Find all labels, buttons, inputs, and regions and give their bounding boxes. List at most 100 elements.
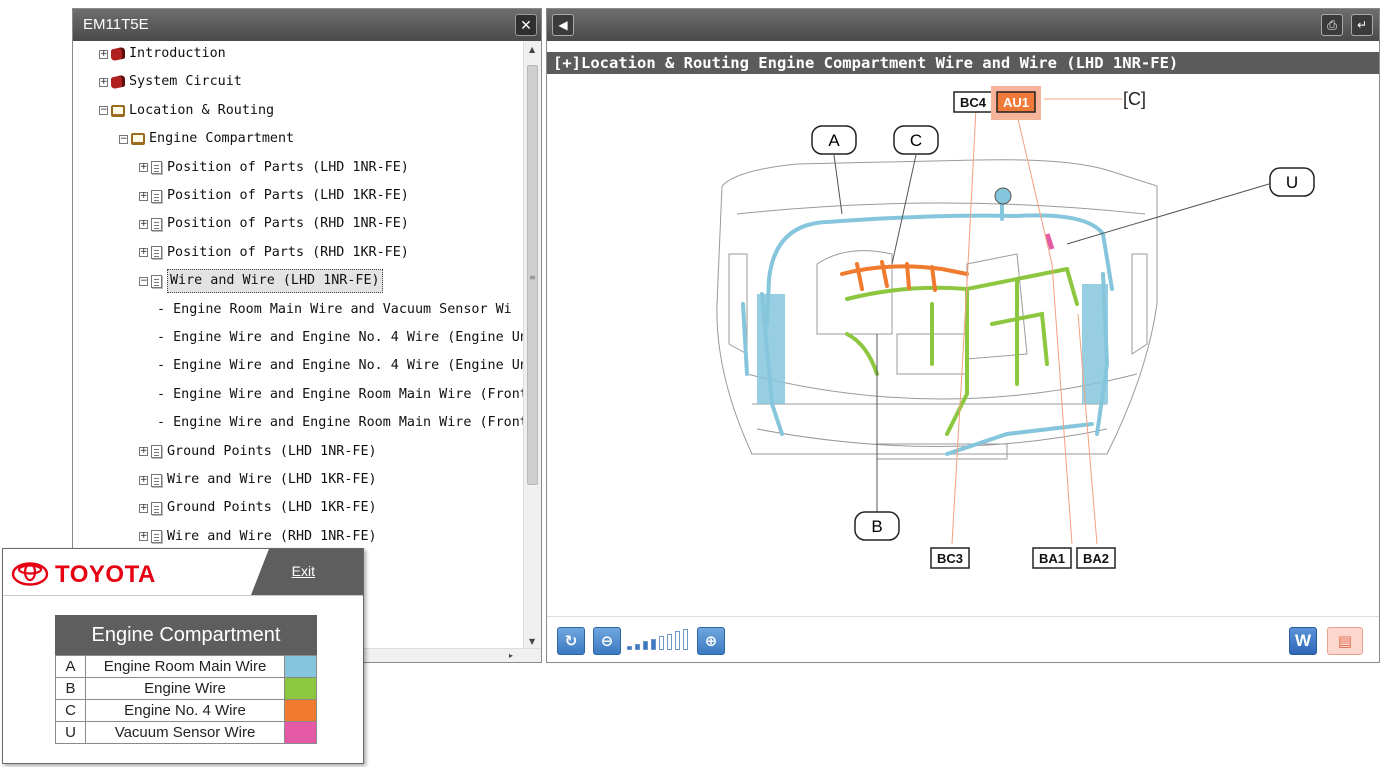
legend-row: B Engine Wire xyxy=(55,677,317,700)
scrollbar-grip-icon: ≡ xyxy=(529,273,536,282)
toyota-logo-icon xyxy=(11,562,49,586)
close-icon[interactable]: ✕ xyxy=(515,14,537,36)
expand-icon[interactable]: + xyxy=(139,447,148,457)
comment-icon[interactable]: ▤ xyxy=(1327,627,1363,655)
tree-item[interactable]: - Engine Wire and Engine No. 4 Wire (Eng… xyxy=(157,355,525,377)
tree-item-label: Ground Points (LHD 1KR-FE) xyxy=(167,500,377,516)
book-closed-icon xyxy=(111,46,125,62)
tree-item-label: Position of Parts (RHD 1KR-FE) xyxy=(167,244,409,260)
legend-row: U Vacuum Sensor Wire xyxy=(55,721,317,744)
expand-icon[interactable]: + xyxy=(99,77,108,87)
zoom-out-icon[interactable]: ⊖ xyxy=(593,627,621,655)
print-icon[interactable]: ⎙ xyxy=(1321,14,1343,36)
zoom-step[interactable] xyxy=(667,633,672,650)
viewer-toolbar: ◀ ⎙ ↵ xyxy=(547,9,1379,41)
callout-u: U xyxy=(1269,167,1315,197)
wire-name: Vacuum Sensor Wire xyxy=(85,721,285,744)
connector-ba2[interactable]: BA2 xyxy=(1076,547,1116,569)
document-icon xyxy=(151,530,162,544)
expand-icon[interactable]: + xyxy=(139,503,148,513)
zoom-in-icon[interactable]: ⊕ xyxy=(697,627,725,655)
tree-item[interactable]: - Engine Wire and Engine Room Main Wire … xyxy=(157,412,525,434)
collapse-icon[interactable]: − xyxy=(139,276,148,286)
document-icon xyxy=(151,501,162,515)
expand-icon[interactable]: + xyxy=(139,219,148,229)
left-fuse-block xyxy=(757,294,785,404)
tree-item[interactable]: − Location & Routing xyxy=(99,100,274,122)
tree-item[interactable]: + Position of Parts (LHD 1NR-FE) xyxy=(139,157,409,179)
expand-icon[interactable]: + xyxy=(139,532,148,542)
tree-item[interactable]: + System Circuit xyxy=(99,71,242,93)
zoom-step[interactable] xyxy=(683,628,688,650)
wire-code: A xyxy=(55,655,86,678)
tree-item[interactable]: + Ground Points (LHD 1NR-FE) xyxy=(139,441,377,463)
collapse-icon[interactable]: − xyxy=(119,134,128,144)
zoom-step[interactable] xyxy=(651,638,656,650)
legend-table-title: Engine Compartment xyxy=(55,615,317,655)
tree-item-label: Wire and Wire (RHD 1NR-FE) xyxy=(167,528,377,544)
document-icon xyxy=(151,473,162,487)
vertical-scrollbar[interactable]: ▲ ≡ ▼ xyxy=(523,41,541,648)
tree-item-label: Wire and Wire (LHD 1KR-FE) xyxy=(167,472,377,487)
tree-item[interactable]: - Engine Wire and Engine No. 4 Wire (Eng… xyxy=(157,327,525,349)
tree-item[interactable]: + Position of Parts (RHD 1KR-FE) xyxy=(139,242,409,264)
callout-b: B xyxy=(854,511,900,541)
triangle-left-icon[interactable]: ◀ xyxy=(552,14,574,36)
w-button[interactable]: W xyxy=(1289,627,1317,655)
connector-bc4[interactable]: BC4 xyxy=(953,91,993,113)
return-arrow-icon[interactable]: ↵ xyxy=(1351,14,1373,36)
callout-c: C xyxy=(893,125,939,155)
book-closed-icon xyxy=(111,74,125,90)
book-open-icon xyxy=(131,133,145,146)
tree-item[interactable]: + Position of Parts (LHD 1KR-FE) xyxy=(139,185,409,207)
document-icon xyxy=(151,246,162,260)
tree-item[interactable]: + Ground Points (LHD 1KR-FE) xyxy=(139,497,377,519)
expand-icon[interactable]: + xyxy=(139,475,148,485)
wire-name: Engine Room Main Wire xyxy=(85,655,285,678)
document-icon xyxy=(151,274,162,288)
expand-icon[interactable]: + xyxy=(139,248,148,258)
zoom-step[interactable] xyxy=(643,641,648,650)
tree-item[interactable]: + Wire and Wire (LHD 1KR-FE) xyxy=(139,469,377,491)
scroll-up-arrow-icon[interactable]: ▲ xyxy=(529,45,535,54)
svg-text:AU1: AU1 xyxy=(1003,95,1029,110)
wire-code: B xyxy=(55,677,86,700)
exit-link[interactable]: Exit xyxy=(292,563,315,579)
expand-icon[interactable]: + xyxy=(139,191,148,201)
toyota-brand: TOYOTA xyxy=(55,561,156,588)
tree-item[interactable]: − Wire and Wire (LHD 1NR-FE) xyxy=(139,269,383,294)
connector-ba1[interactable]: BA1 xyxy=(1032,547,1072,569)
collapse-icon[interactable]: − xyxy=(99,106,108,116)
wire-color-swatch xyxy=(284,721,317,744)
zoom-step[interactable] xyxy=(627,646,632,650)
zoom-step[interactable] xyxy=(675,631,680,650)
tree-item[interactable]: − Engine Compartment xyxy=(119,128,294,150)
right-fuse-block xyxy=(1082,284,1108,404)
divider xyxy=(3,595,363,596)
tree-item-label: Location & Routing xyxy=(129,102,275,118)
scroll-down-arrow-icon[interactable]: ▼ xyxy=(529,637,535,646)
scroll-right-arrow-icon[interactable]: ▸ xyxy=(509,651,513,660)
tree-item[interactable]: - Engine Room Main Wire and Vacuum Senso… xyxy=(157,299,512,321)
tree-item-label: Position of Parts (LHD 1KR-FE) xyxy=(167,188,409,203)
tree-item[interactable]: - Engine Wire and Engine Room Main Wire … xyxy=(157,384,525,406)
refresh-icon[interactable]: ↻ xyxy=(557,627,585,655)
expand-icon[interactable]: + xyxy=(139,163,148,173)
zoom-step[interactable] xyxy=(635,643,640,650)
svg-text:BA1: BA1 xyxy=(1039,551,1065,566)
tree-item-label: - Engine Room Main Wire and Vacuum Senso… xyxy=(157,301,512,317)
tree-item[interactable]: + Position of Parts (RHD 1NR-FE) xyxy=(139,213,409,235)
tree-item-label: Introduction xyxy=(129,46,226,61)
connector-bc3[interactable]: BC3 xyxy=(930,547,970,569)
wire-name: Engine No. 4 Wire xyxy=(85,699,285,722)
expand-icon[interactable]: + xyxy=(99,49,108,59)
tree-item[interactable]: + Introduction xyxy=(99,43,226,65)
engine-no4-wire xyxy=(840,260,969,292)
wire-color-swatch xyxy=(284,655,317,678)
zoom-step[interactable] xyxy=(659,636,664,650)
tree-item-label: Engine Compartment xyxy=(149,131,295,147)
tree-item[interactable]: + Wire and Wire (RHD 1NR-FE) xyxy=(139,526,377,548)
svg-text:BA2: BA2 xyxy=(1083,551,1109,566)
wire-code: U xyxy=(55,721,86,744)
connector-au1[interactable]: AU1 xyxy=(991,86,1041,120)
